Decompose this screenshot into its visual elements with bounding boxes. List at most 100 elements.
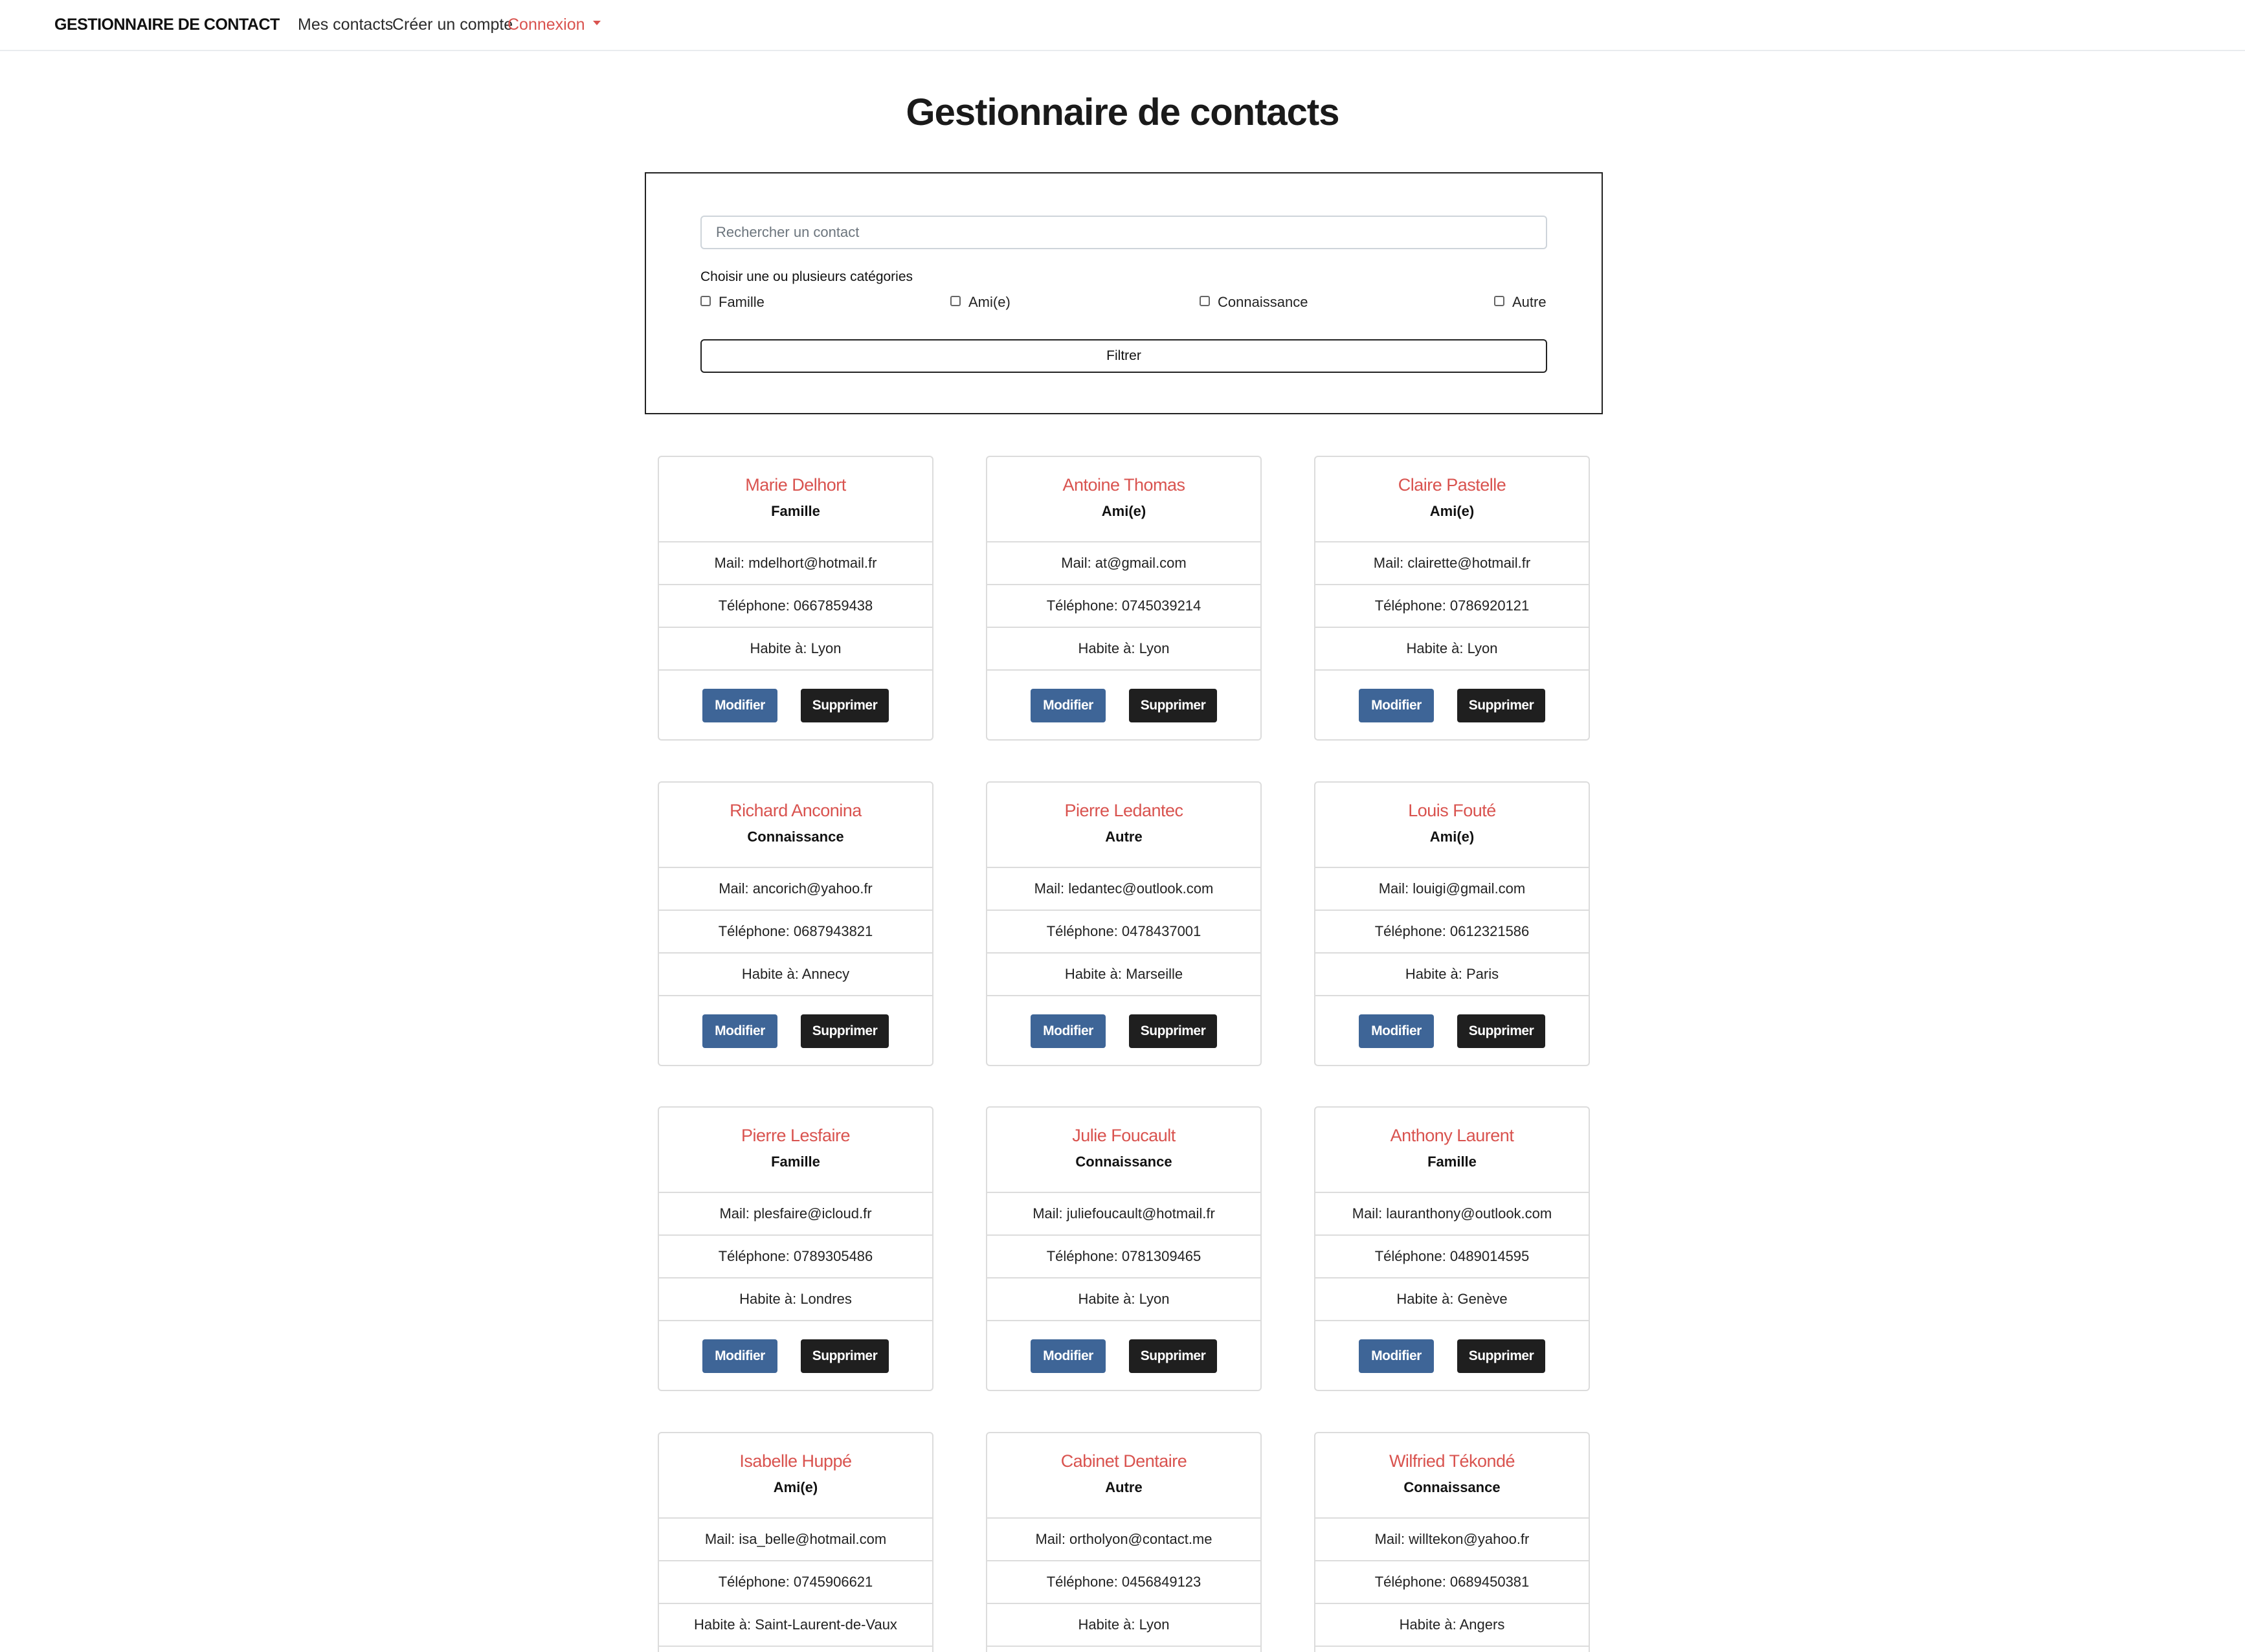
edit-button[interactable]: Modifier — [1031, 689, 1106, 722]
contact-category: Famille — [771, 1154, 820, 1170]
contact-name: Antoine Thomas — [1062, 475, 1185, 495]
card-actions: Modifier Supprimer — [987, 996, 1260, 1065]
contact-name: Isabelle Huppé — [739, 1451, 852, 1471]
nav-link-connexion-dropdown[interactable]: Connexion — [508, 16, 601, 34]
categories-label: Choisir une ou plusieurs catégories — [700, 269, 913, 284]
card-header: Claire Pastelle Ami(e) — [1315, 457, 1589, 542]
delete-button[interactable]: Supprimer — [801, 1014, 889, 1048]
contact-city: Habite à: Marseille — [987, 954, 1260, 996]
page-title: Gestionnaire de contacts — [906, 91, 1340, 133]
contact-name: Pierre Lesfaire — [741, 1126, 851, 1145]
contact-phone: Téléphone: 0689450381 — [1315, 1561, 1589, 1604]
card-header: Louis Fouté Ami(e) — [1315, 783, 1589, 868]
card-header: Pierre Ledantec Autre — [987, 783, 1260, 868]
search-input[interactable] — [700, 216, 1547, 249]
nav-link-mes-contacts[interactable]: Mes contacts — [298, 16, 393, 34]
card-header: Marie Delhort Famille — [659, 457, 932, 542]
card-actions: Modifier Supprimer — [987, 1321, 1260, 1390]
card-actions: ModifierSupprimer — [987, 1647, 1260, 1652]
edit-button[interactable]: Modifier — [702, 1014, 777, 1048]
card-actions: Modifier Supprimer — [1315, 996, 1589, 1065]
checkbox-label: Famille — [719, 294, 765, 310]
contact-city: Habite à: Lyon — [659, 628, 932, 671]
contact-mail: Mail: ledantec@outlook.com — [987, 868, 1260, 911]
card-header: Anthony Laurent Famille — [1315, 1108, 1589, 1193]
checkbox-icon[interactable] — [1200, 296, 1210, 306]
contact-category: Ami(e) — [1429, 503, 1475, 519]
checkbox-autre[interactable]: Autre — [1494, 294, 1547, 311]
contact-phone: Téléphone: 0478437001 — [987, 911, 1260, 954]
card-header: Pierre Lesfaire Famille — [659, 1108, 932, 1193]
contact-city: Habite à: Lyon — [987, 1278, 1260, 1321]
checkbox-amie[interactable]: Ami(e) — [950, 294, 1011, 311]
delete-button[interactable]: Supprimer — [1457, 689, 1545, 722]
checkbox-icon[interactable] — [700, 296, 711, 306]
nav-link-connexion-label: Connexion — [508, 16, 585, 34]
checkbox-icon[interactable] — [1494, 296, 1504, 306]
navbar-brand[interactable]: GESTIONNAIRE DE CONTACT — [54, 16, 280, 34]
contact-name: Wilfried Tékondé — [1389, 1451, 1515, 1471]
contact-card: Claire Pastelle Ami(e) Mail: clairette@hot… — [1314, 456, 1590, 741]
contact-category: Ami(e) — [773, 1479, 818, 1495]
contact-mail: Mail: juliefoucault@hotmail.fr — [987, 1193, 1260, 1236]
contact-card: Julie Foucault Connaissance Mail: juliefou… — [986, 1106, 1262, 1391]
contact-card: Marie Delhort Famille Mail: mdelhort@hotma… — [658, 456, 933, 741]
contact-phone: Téléphone: 0781309465 — [987, 1236, 1260, 1278]
contact-phone: Téléphone: 0786920121 — [1315, 585, 1589, 628]
filter-panel: Choisir une ou plusieurs catégories Fami… — [645, 172, 1603, 414]
delete-button[interactable]: Supprimer — [1457, 1339, 1545, 1373]
edit-button[interactable]: Modifier — [1031, 1014, 1106, 1048]
delete-button[interactable]: Supprimer — [801, 1339, 889, 1373]
contact-category: Ami(e) — [1101, 503, 1146, 519]
card-actions: Modifier Supprimer — [1315, 671, 1589, 739]
delete-button[interactable]: Supprimer — [801, 689, 889, 722]
checkbox-connaissance[interactable]: Connaissance — [1200, 294, 1308, 311]
card-actions: Modifier Supprimer — [659, 996, 932, 1065]
checkbox-label: Connaissance — [1218, 294, 1308, 310]
card-actions: ModifierSupprimer — [659, 1647, 932, 1652]
card-header: Antoine Thomas Ami(e) — [987, 457, 1260, 542]
contact-name: Louis Fouté — [1408, 801, 1496, 820]
contact-category: Connaissance — [747, 829, 844, 845]
card-header: Isabelle Huppé Ami(e) — [659, 1433, 932, 1519]
contact-mail: Mail: plesfaire@icloud.fr — [659, 1193, 932, 1236]
caret-down-icon — [592, 20, 601, 25]
checkbox-icon[interactable] — [950, 296, 961, 306]
contact-phone: Téléphone: 0745039214 — [987, 585, 1260, 628]
contact-category: Connaissance — [1403, 1479, 1501, 1495]
contact-city: Habite à: Lyon — [987, 628, 1260, 671]
contact-phone: Téléphone: 0687943821 — [659, 911, 932, 954]
edit-button[interactable]: Modifier — [1359, 689, 1434, 722]
delete-button[interactable]: Supprimer — [1129, 1014, 1217, 1048]
card-header: Wilfried Tékondé Connaissance — [1315, 1433, 1589, 1519]
checkbox-famille[interactable]: Famille — [700, 294, 765, 311]
contact-card: Louis Fouté Ami(e) Mail: louigi@gmail.com T… — [1314, 781, 1590, 1066]
edit-button[interactable]: Modifier — [1359, 1014, 1434, 1048]
contact-mail: Mail: ortholyon@contact.me — [987, 1519, 1260, 1561]
contact-phone: Téléphone: 0789305486 — [659, 1236, 932, 1278]
delete-button[interactable]: Supprimer — [1129, 1339, 1217, 1373]
delete-button[interactable]: Supprimer — [1457, 1014, 1545, 1048]
checkbox-label: Ami(e) — [968, 294, 1011, 310]
nav-link-creer-compte[interactable]: Créer un compte — [392, 16, 513, 34]
contact-category: Autre — [1105, 1479, 1143, 1495]
edit-button[interactable]: Modifier — [702, 1339, 777, 1373]
edit-button[interactable]: Modifier — [702, 689, 777, 722]
delete-button[interactable]: Supprimer — [1129, 689, 1217, 722]
contact-card: Pierre Lesfaire Famille Mail: plesfaire@ic… — [658, 1106, 933, 1391]
contact-name: Marie Delhort — [745, 475, 846, 495]
contact-mail: Mail: isa_belle@hotmail.com — [659, 1519, 932, 1561]
contact-phone: Téléphone: 0745906621 — [659, 1561, 932, 1604]
contact-mail: Mail: willtekon@yahoo.fr — [1315, 1519, 1589, 1561]
filter-button[interactable]: Filtrer — [700, 339, 1547, 373]
contact-phone: Téléphone: 0456849123 — [987, 1561, 1260, 1604]
contact-phone: Téléphone: 0612321586 — [1315, 911, 1589, 954]
contact-card: Isabelle Huppé Ami(e) Mail: isa_belle@hotm… — [658, 1432, 933, 1652]
contact-name: Claire Pastelle — [1398, 475, 1506, 495]
card-actions: Modifier Supprimer — [659, 671, 932, 739]
contact-name: Anthony Laurent — [1390, 1126, 1514, 1145]
edit-button[interactable]: Modifier — [1359, 1339, 1434, 1373]
card-actions: Modifier Supprimer — [1315, 1321, 1589, 1390]
edit-button[interactable]: Modifier — [1031, 1339, 1106, 1373]
contact-city: Habite à: Londres — [659, 1278, 932, 1321]
